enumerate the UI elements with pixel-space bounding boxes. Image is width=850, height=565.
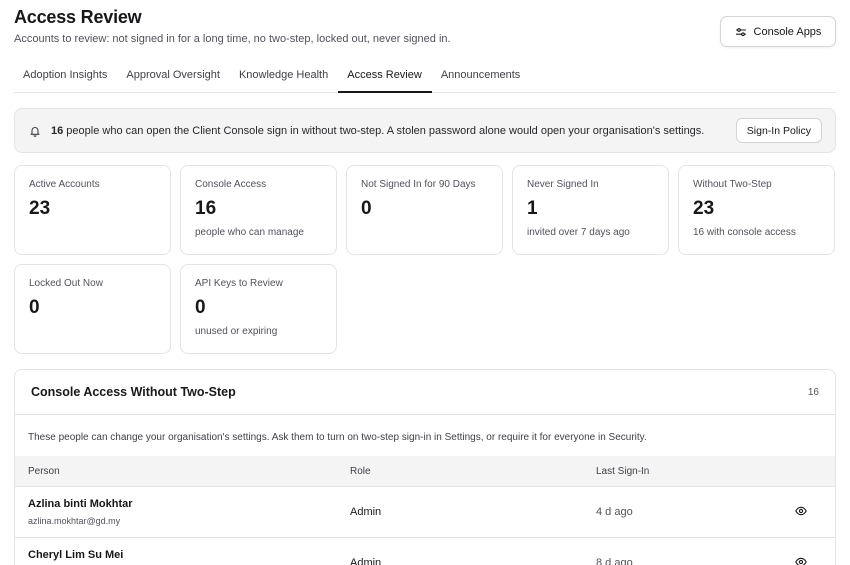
table-row[interactable]: Cheryl Lim Su Mei Admin 8 d ago	[15, 538, 835, 565]
role-cell: Admin	[350, 557, 382, 565]
stat-card-console-access: Console Access 16 people who can manage	[180, 165, 337, 255]
stat-label: Console Access	[195, 179, 267, 190]
stat-card-active-accounts: Active Accounts 23	[14, 165, 171, 255]
sliders-icon	[735, 27, 746, 36]
stat-card-locked-out-now: Locked Out Now 0	[14, 264, 171, 354]
stat-card-not-signed-in-90-days: Not Signed In for 90 Days 0	[346, 165, 503, 255]
column-role: Role	[350, 465, 371, 477]
stat-label: Not Signed In for 90 Days	[361, 179, 476, 190]
stat-note: invited over 7 days ago	[527, 227, 630, 238]
tab-approval-oversight[interactable]: Approval Oversight	[117, 62, 230, 93]
console-apps-button[interactable]: Console Apps	[720, 16, 836, 47]
role-cell: Admin	[350, 506, 382, 518]
tab-adoption-insights[interactable]: Adoption Insights	[14, 62, 117, 93]
tab-access-review[interactable]: Access Review	[338, 62, 432, 93]
stat-card-api-keys-to-review: API Keys to Review 0 unused or expiring	[180, 264, 337, 354]
person-email: azlina.mokhtar@gd.my	[28, 516, 121, 526]
person-name: Cheryl Lim Su Mei	[28, 549, 124, 561]
stat-note: 16 with console access	[693, 227, 796, 238]
stat-label: Active Accounts	[29, 179, 100, 190]
stat-note: unused or expiring	[195, 326, 278, 337]
column-person: Person	[28, 465, 60, 477]
stat-value: 0	[195, 297, 206, 318]
alert-count: 16	[51, 124, 64, 137]
stat-label: Locked Out Now	[29, 278, 103, 289]
stat-value: 1	[527, 198, 538, 219]
eye-icon[interactable]	[795, 556, 807, 565]
page-title: Access Review	[14, 7, 142, 27]
tab-bar: Adoption Insights Approval Oversight Kno…	[14, 62, 836, 93]
eye-icon[interactable]	[795, 505, 807, 517]
column-last-sign-in: Last Sign-In	[596, 465, 650, 477]
alert-message: 16 people who can open the Client Consol…	[51, 125, 736, 137]
card-count: 16	[807, 386, 819, 398]
stat-value: 23	[693, 198, 715, 219]
table-row[interactable]: Azlina binti Mokhtar azlina.mokhtar@gd.m…	[15, 487, 835, 538]
console-apps-label: Console Apps	[753, 25, 822, 38]
sign-in-policy-button[interactable]: Sign-In Policy	[735, 118, 822, 143]
tab-announcements[interactable]: Announcements	[432, 62, 531, 93]
tab-knowledge-health[interactable]: Knowledge Health	[230, 62, 338, 93]
stat-card-never-signed-in: Never Signed In 1 invited over 7 days ag…	[512, 165, 669, 255]
stat-label: Without Two-Step	[693, 179, 772, 190]
alert-text: people who can open the Client Console s…	[63, 124, 705, 137]
card-description: These people can change your organisatio…	[28, 432, 647, 443]
page-header: Access Review Accounts to review: not si…	[14, 8, 451, 45]
card-header: Console Access Without Two-Step 16	[15, 370, 835, 415]
last-sign-in-cell: 4 d ago	[596, 506, 633, 518]
bell-icon	[30, 126, 40, 137]
last-sign-in-cell: 8 d ago	[596, 557, 633, 565]
page-subtitle: Accounts to review: not signed in for a …	[14, 33, 451, 45]
console-access-table-card: Console Access Without Two-Step 16 These…	[14, 369, 836, 565]
stat-label: API Keys to Review	[195, 278, 283, 289]
stat-label: Never Signed In	[527, 179, 599, 190]
person-name: Azlina binti Mokhtar	[28, 498, 133, 510]
two-step-alert: 16 people who can open the Client Consol…	[14, 108, 836, 153]
stat-value: 23	[29, 198, 51, 219]
stat-value: 0	[29, 297, 40, 318]
card-title: Console Access Without Two-Step	[31, 385, 236, 399]
stat-card-without-two-step: Without Two-Step 23 16 with console acce…	[678, 165, 835, 255]
stat-note: people who can manage	[195, 227, 304, 238]
stat-value: 0	[361, 198, 372, 219]
table-header: Person Role Last Sign-In	[15, 456, 835, 487]
stat-value: 16	[195, 198, 217, 219]
